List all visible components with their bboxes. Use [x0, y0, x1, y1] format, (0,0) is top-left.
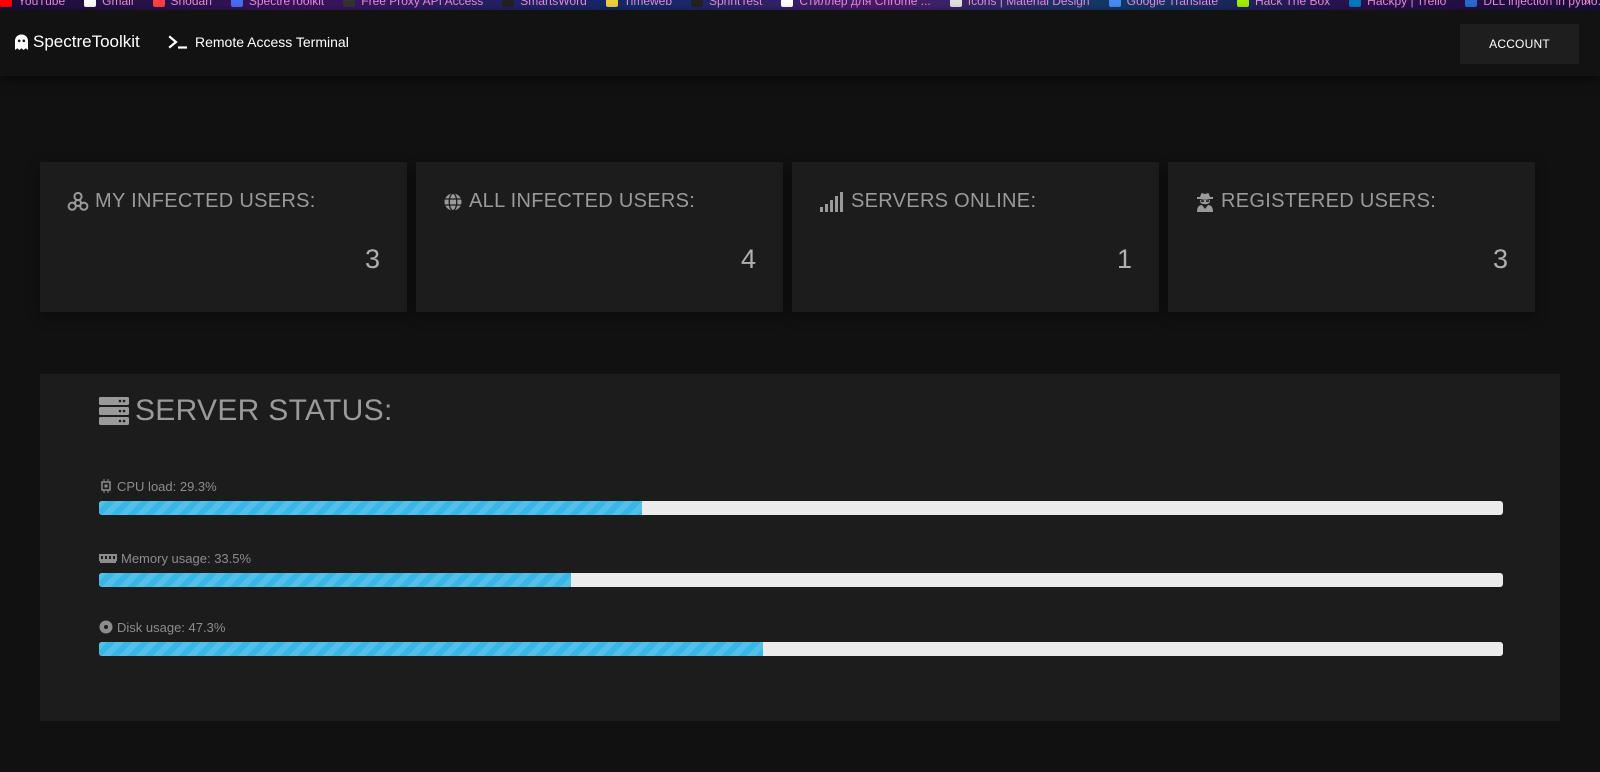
server-status-title-text: SERVER STATUS:: [135, 394, 393, 427]
card-title-text: MY INFECTED USERS:: [95, 190, 316, 212]
bookmark-label: SmartsWord: [520, 0, 587, 8]
bookmarks-row: YouTube Gmail Shodan SpectreToolkit Free…: [0, 0, 1600, 9]
card-my-infected-users: MY INFECTED USERS: 3: [40, 162, 407, 312]
bookmark-item[interactable]: YouTube: [0, 0, 65, 8]
card-value: 4: [740, 244, 756, 274]
bookmark-item[interactable]: Gmail: [84, 0, 134, 8]
bookmark-item[interactable]: SmartsWord: [502, 0, 587, 8]
bookmarks-overflow-button[interactable]: »: [1583, 0, 1590, 8]
card-value: 3: [1492, 244, 1508, 274]
bookmark-favicon-icon: [152, 0, 165, 7]
bookmark-label: YouTube: [18, 0, 66, 8]
progress-fill: [99, 573, 571, 587]
metric-label-text: CPU load: 29.3%: [117, 478, 217, 494]
memory-icon: [99, 554, 117, 563]
bookmark-label: Стиллер для Chrome ...: [799, 0, 931, 8]
remote-terminal-link[interactable]: Remote Access Terminal: [168, 34, 349, 50]
bookmark-label: Free Proxy API Access: [361, 0, 484, 8]
biohazard-icon: [67, 191, 89, 211]
bookmark-item[interactable]: Free Proxy API Access: [343, 0, 483, 8]
card-all-infected-users: ALL INFECTED USERS: 4: [416, 162, 783, 312]
bookmark-item[interactable]: Timeweb: [605, 0, 672, 8]
account-button[interactable]: ACCOUNT: [1460, 24, 1579, 64]
bookmark-favicon-icon: [605, 0, 618, 7]
bookmark-label: Google Translate: [1126, 0, 1218, 8]
bookmark-item[interactable]: SpectreToolkit: [230, 0, 325, 8]
bookmark-item[interactable]: Hackpy | Trello: [1349, 0, 1446, 8]
card-title: MY INFECTED USERS:: [67, 190, 316, 213]
card-title-text: ALL INFECTED USERS:: [469, 190, 696, 212]
globe-icon: [444, 192, 462, 211]
bookmark-label: Shodan: [170, 0, 212, 8]
bookmark-label: Hack The Box: [1255, 0, 1331, 8]
disk-icon: [99, 620, 113, 634]
bookmark-item[interactable]: Google Translate: [1108, 0, 1218, 8]
card-servers-online: SERVERS ONLINE: 1: [792, 162, 1159, 312]
bookmark-label: Gmail: [102, 0, 134, 8]
card-value: 1: [1116, 244, 1132, 274]
bookmark-item[interactable]: Стиллер для Chrome ...: [781, 0, 931, 8]
server-status-title: SERVER STATUS:: [99, 394, 393, 428]
cpu-progress-bar: [99, 501, 1503, 515]
remote-terminal-label: Remote Access Terminal: [195, 34, 349, 50]
brand-link[interactable]: SpectreToolkit: [14, 32, 140, 52]
memory-progress-bar: [99, 573, 1503, 587]
bookmark-favicon-icon: [84, 0, 97, 7]
bookmark-favicon-icon: [1465, 0, 1478, 7]
card-title: ALL INFECTED USERS:: [443, 190, 695, 213]
signal-icon: [820, 191, 843, 212]
bookmark-item[interactable]: DLL injection in pytho...: [1465, 0, 1600, 8]
card-title: REGISTERED USERS:: [1195, 190, 1436, 213]
bookmark-favicon-icon: [230, 0, 243, 7]
navbar: SpectreToolkit Remote Access Terminal AC…: [0, 10, 1600, 76]
ghost-icon: [15, 34, 28, 50]
bookmark-favicon-icon: [0, 0, 12, 7]
bookmark-item[interactable]: Icons | Material Design: [949, 0, 1090, 8]
server-status-panel: SERVER STATUS: CPU load: 29.3% Memory us…: [40, 374, 1560, 721]
card-registered-users: REGISTERED USERS: 3: [1168, 162, 1535, 312]
bookmark-favicon-icon: [1237, 0, 1249, 7]
card-value: 3: [364, 244, 380, 274]
metric-label: Memory usage: 33.5%: [99, 550, 1503, 566]
server-icon: [99, 397, 129, 425]
bookmark-favicon-icon: [949, 0, 962, 7]
bookmark-item[interactable]: SprintTest: [691, 0, 762, 8]
bookmark-favicon-icon: [502, 0, 515, 7]
disk-progress-bar: [99, 642, 1503, 656]
brand-name: SpectreToolkit: [33, 32, 140, 51]
metric-label: CPU load: 29.3%: [99, 478, 1503, 494]
progress-fill: [99, 501, 643, 515]
bookmark-favicon-icon: [343, 0, 356, 7]
bookmark-favicon-icon: [1349, 0, 1362, 7]
progress-fill: [99, 642, 764, 656]
bookmark-label: Timeweb: [623, 0, 672, 8]
bookmark-label: Icons | Material Design: [967, 0, 1090, 8]
bookmark-favicon-icon: [781, 0, 794, 7]
bookmark-favicon-icon: [1108, 0, 1121, 7]
bookmarks-bar: YouTube Gmail Shodan SpectreToolkit Free…: [0, 0, 1600, 10]
metric-memory: Memory usage: 33.5%: [99, 550, 1503, 587]
metric-label-text: Disk usage: 47.3%: [117, 619, 226, 635]
bookmark-item[interactable]: Shodan: [152, 0, 212, 8]
cpu-icon: [101, 479, 111, 493]
bookmark-favicon-icon: [691, 0, 703, 7]
card-title: SERVERS ONLINE:: [819, 190, 1036, 213]
metric-cpu: CPU load: 29.3%: [99, 478, 1503, 515]
bookmark-label: SprintTest: [709, 0, 763, 8]
bookmark-label: SpectreToolkit: [248, 0, 325, 8]
card-title-text: SERVERS ONLINE:: [851, 190, 1037, 212]
user-secret-icon: [1197, 192, 1213, 212]
terminal-icon: [168, 35, 187, 49]
card-title-text: REGISTERED USERS:: [1221, 190, 1437, 212]
metric-label: Disk usage: 47.3%: [99, 619, 1503, 635]
metric-label-text: Memory usage: 33.5%: [121, 550, 252, 566]
bookmark-item[interactable]: Hack The Box: [1237, 0, 1330, 8]
metric-disk: Disk usage: 47.3%: [99, 619, 1503, 656]
bookmark-label: Hackpy | Trello: [1367, 0, 1447, 8]
